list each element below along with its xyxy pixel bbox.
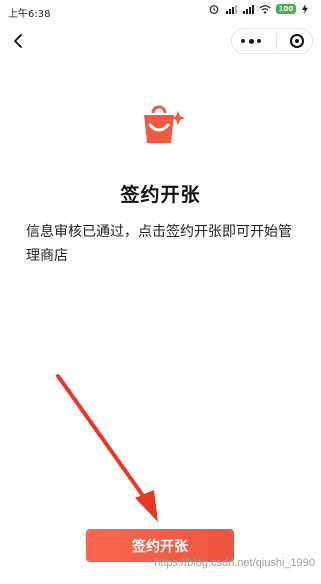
page-description: 信息审核已通过，点击签约开张即可开始管理商店 [26, 224, 292, 264]
charging-icon [301, 4, 313, 14]
status-time: 上午6:38 [8, 9, 51, 20]
status-bar: 上午6:38 100 [0, 0, 321, 22]
watermark: https://blog.csdn.net/qiushi_1990 [154, 557, 315, 569]
more-icon[interactable] [240, 38, 262, 44]
shopping-bag-icon [138, 97, 188, 147]
mini-program-capsule [231, 28, 313, 54]
status-icons: 100 [208, 4, 313, 14]
alarm-icon [208, 4, 220, 14]
signal-icon [225, 4, 237, 14]
navigation-bar [0, 24, 321, 58]
battery-icon: 100 [276, 4, 296, 14]
wifi-icon [259, 4, 271, 14]
annotation-arrow-icon [56, 374, 158, 522]
capsule-divider [275, 33, 277, 49]
close-target-icon[interactable] [290, 34, 304, 48]
signal-icon-2 [242, 4, 254, 14]
page-title: 签约开张 [120, 184, 201, 206]
back-icon[interactable] [8, 30, 30, 52]
